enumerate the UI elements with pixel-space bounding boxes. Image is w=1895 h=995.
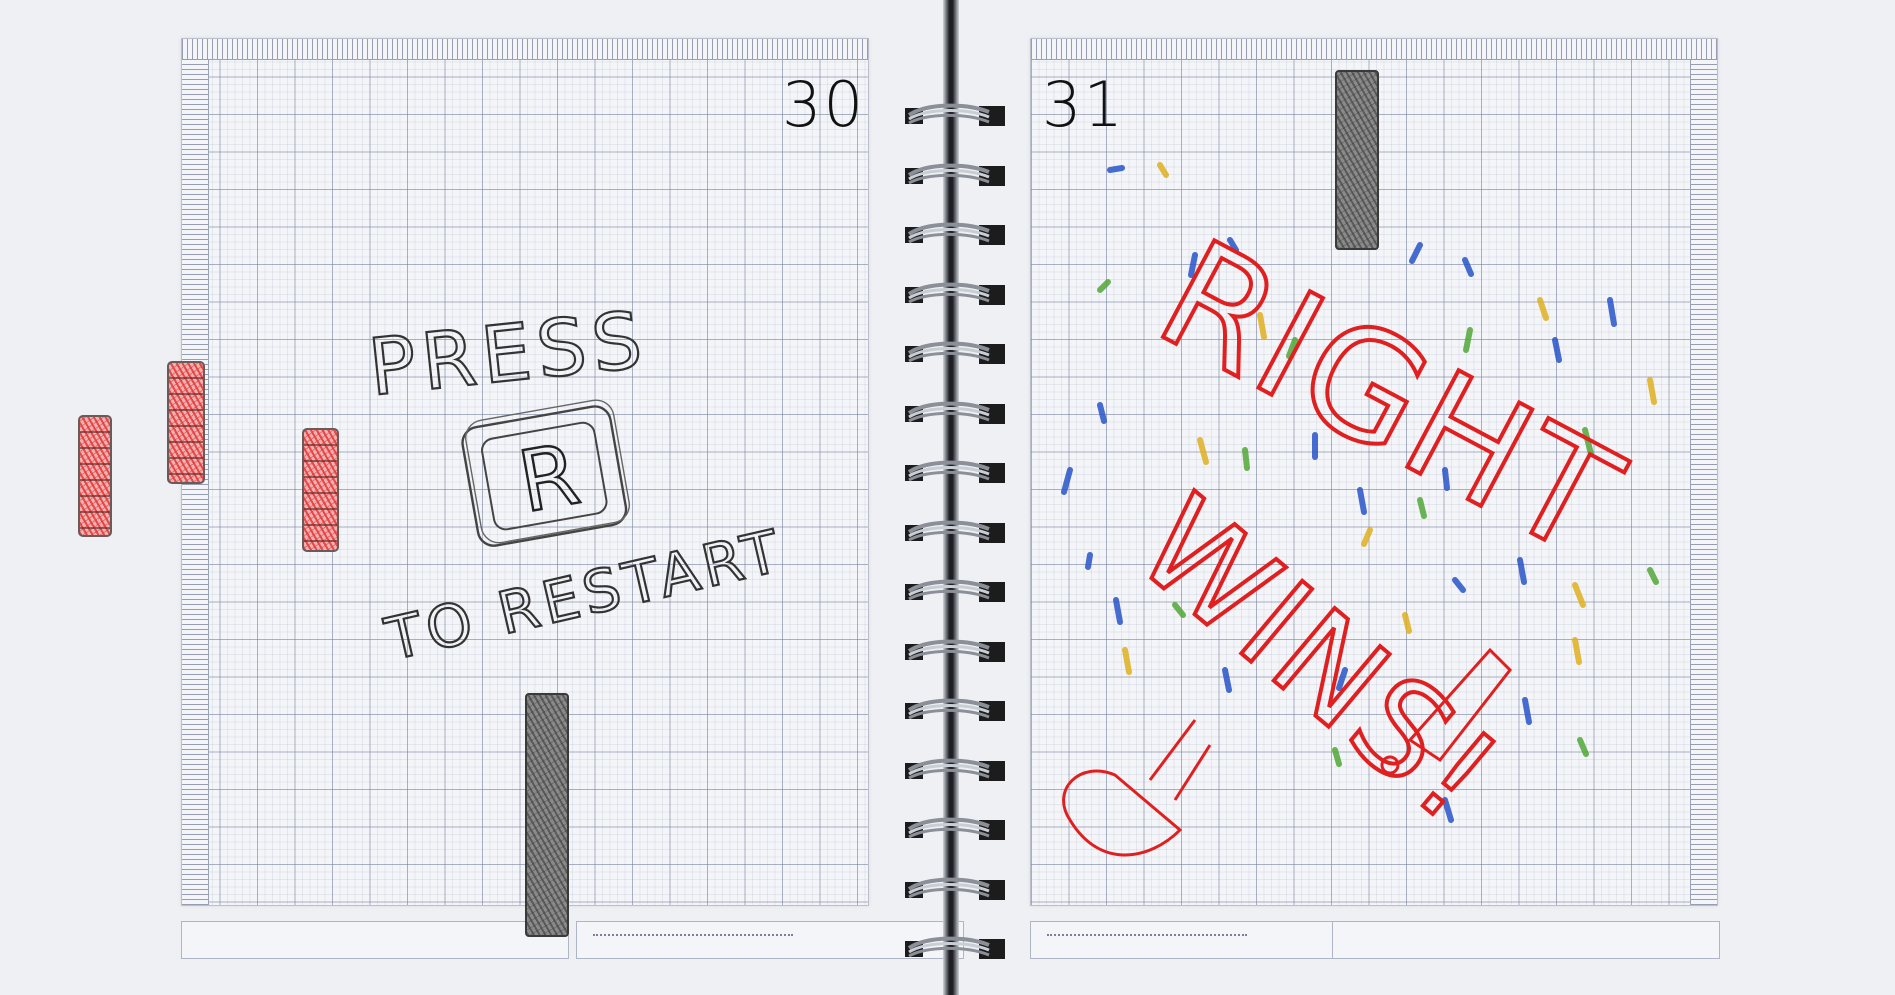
confetti-piece bbox=[1097, 402, 1107, 424]
game-stage[interactable]: 30 31 PRESS R TO RESTART RIGHT WINS! bbox=[0, 0, 1895, 995]
confetti-piece bbox=[1113, 597, 1123, 625]
sound-lines-icon bbox=[1148, 719, 1212, 801]
confetti-piece bbox=[1107, 165, 1125, 173]
confetti-piece bbox=[1157, 162, 1169, 178]
restart-key-label: R bbox=[512, 425, 587, 532]
confetti-piece bbox=[1409, 242, 1423, 264]
confetti-piece bbox=[1552, 337, 1562, 363]
confetti-piece bbox=[1122, 647, 1132, 675]
confetti-piece bbox=[1452, 577, 1466, 593]
confetti-piece bbox=[1607, 297, 1617, 327]
to-restart-label: TO RESTART bbox=[379, 516, 790, 674]
confetti-piece bbox=[1462, 257, 1474, 277]
press-label: PRESS bbox=[365, 295, 652, 414]
confetti-piece bbox=[1647, 567, 1659, 585]
confetti-piece bbox=[1242, 447, 1250, 471]
r-key-icon: R bbox=[461, 399, 630, 547]
confetti-piece bbox=[1647, 377, 1657, 405]
confetti-piece bbox=[1357, 487, 1367, 515]
confetti-piece bbox=[1361, 527, 1373, 547]
confetti-piece bbox=[1522, 697, 1532, 725]
confetti-piece bbox=[1085, 552, 1093, 570]
restart-prompt: PRESS bbox=[363, 294, 653, 415]
confetti-piece bbox=[1061, 467, 1073, 495]
restart-hint: TO RESTART bbox=[378, 515, 791, 675]
confetti-piece bbox=[1197, 437, 1209, 465]
confetti-piece bbox=[1572, 637, 1582, 665]
confetti-piece bbox=[1537, 297, 1549, 321]
confetti-piece bbox=[1097, 279, 1111, 293]
megaphone-icon bbox=[1062, 769, 1183, 857]
confetti-piece bbox=[1402, 612, 1412, 634]
confetti-piece bbox=[1572, 582, 1586, 608]
confetti-piece bbox=[1577, 737, 1589, 757]
overlay-drawing: PRESS R TO RESTART RIGHT WINS! bbox=[363, 162, 1659, 857]
